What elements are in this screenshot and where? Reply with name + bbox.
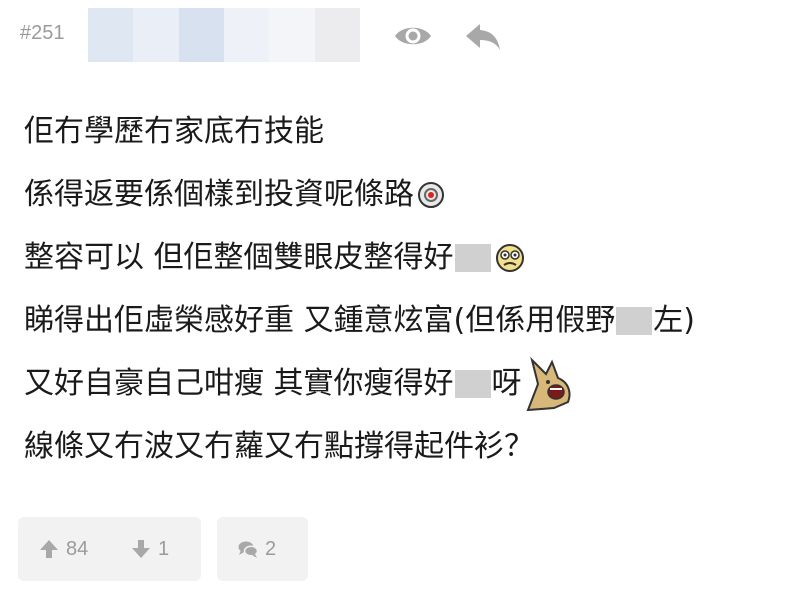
line-text: 線條又冇波又冇蘿又冇點撐得起件衫？ [24, 428, 534, 464]
upvote-count: 84 [66, 537, 89, 560]
censored-word [454, 243, 491, 272]
comment-count: 2 [265, 537, 277, 560]
comments-button[interactable]: 2 [237, 537, 276, 561]
reply-arrow-icon [466, 24, 500, 50]
body-line-1: 佢冇學歷冇家底冇技能 [24, 100, 794, 163]
post-body: 佢冇學歷冇家底冇技能 係得返要係個樣到投資呢條路 整容可以 但佢整個雙眼皮整得好… [24, 100, 794, 478]
post-number: #251 [20, 22, 65, 44]
laughing-dog-emoticon-icon [526, 356, 571, 411]
reply-button[interactable] [462, 18, 504, 54]
downvote-count: 1 [158, 537, 170, 560]
censored-word [616, 306, 653, 335]
upvote-button[interactable]: 84 [38, 537, 88, 561]
body-line-3: 整容可以 但佢整個雙眼皮整得好 [24, 226, 794, 289]
line-text: 係得返要係個樣到投資呢條路 [24, 176, 414, 212]
line-text: 佢冇學歷冇家底冇技能 [24, 113, 324, 149]
eye-icon [395, 27, 431, 45]
line-text: 睇得出佢虛榮感好重 又鍾意炫富(但係用假野 [24, 302, 616, 338]
comment-box: 2 [217, 517, 308, 581]
body-line-2: 係得返要係個樣到投資呢條路 [24, 163, 794, 226]
dizzy-face-emoticon-icon [418, 181, 444, 208]
body-line-4: 睇得出佢虛榮感好重 又鍾意炫富(但係用假野 左) [24, 289, 794, 352]
arrow-down-icon [132, 540, 150, 558]
view-button[interactable] [392, 18, 434, 54]
blurred-username [88, 8, 360, 62]
line-text: 又好自豪自己咁瘦 其實你瘦得好 [24, 365, 454, 401]
line-text: 整容可以 但佢整個雙眼皮整得好 [24, 239, 454, 275]
post-header: #251 [0, 0, 802, 76]
line-text-after: 左) [653, 302, 695, 338]
shocked-face-emoticon-icon [495, 243, 524, 272]
body-line-6: 線條又冇波又冇蘿又冇點撐得起件衫？ [24, 415, 794, 478]
downvote-button[interactable]: 1 [130, 537, 169, 561]
arrow-up-icon [40, 540, 58, 558]
censored-word [454, 369, 491, 398]
body-line-5: 又好自豪自己咁瘦 其實你瘦得好 呀 [24, 352, 794, 415]
line-text-after: 呀 [491, 365, 522, 401]
speech-bubbles-icon [238, 541, 259, 558]
vote-box: 84 1 [18, 517, 201, 581]
